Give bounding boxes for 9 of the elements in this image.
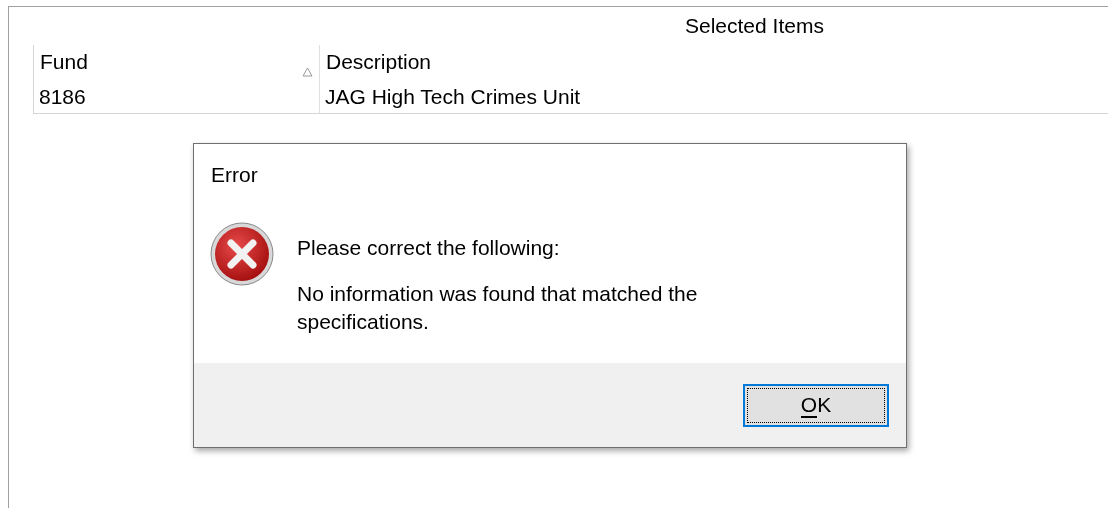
column-header[interactable]: Fund bbox=[34, 45, 320, 81]
dialog-message: Please correct the following: bbox=[297, 235, 561, 261]
column-header[interactable]: Description bbox=[320, 45, 1108, 81]
ok-button[interactable]: OK bbox=[743, 383, 889, 427]
dialog-title: Error bbox=[211, 162, 258, 189]
table-cell-text: JAG High Tech Crimes Unit bbox=[324, 84, 582, 111]
table-cell: 8186 bbox=[34, 81, 320, 113]
panel-title: Selected Items bbox=[685, 13, 824, 40]
dialog-message: No information was found that matched the specifications. bbox=[297, 281, 699, 335]
